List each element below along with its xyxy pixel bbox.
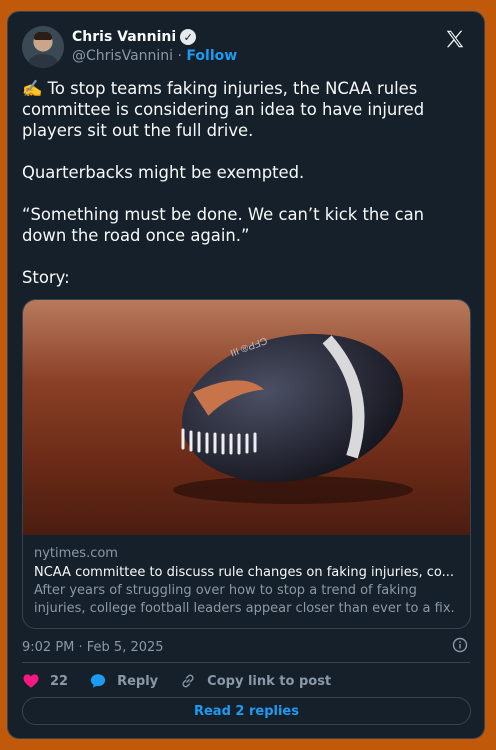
avatar[interactable] <box>22 26 64 68</box>
info-icon[interactable] <box>452 637 468 653</box>
handle-separator: · <box>177 48 182 64</box>
like-count: 22 <box>50 673 69 689</box>
tweet-text: ✍️ To stop teams faking injuries, the NC… <box>22 79 425 287</box>
link-title: NCAA committee to discuss rule changes o… <box>34 565 454 580</box>
divider <box>22 662 470 663</box>
like-button[interactable]: 22 <box>22 672 68 690</box>
heart-icon <box>23 674 39 688</box>
avatar-shirt <box>28 54 58 68</box>
link-icon <box>182 674 194 688</box>
author-display-name[interactable]: Chris Vannini <box>72 29 176 45</box>
link-preview-card[interactable]: CFP® III nytimes.com NCAA committee to d… <box>22 299 471 629</box>
link-description: After years of struggling over how to st… <box>34 583 455 616</box>
post-timestamp[interactable]: 9:02 PM · Feb 5, 2025 <box>22 640 164 655</box>
reply-button[interactable]: Reply <box>89 672 158 690</box>
link-domain: nytimes.com <box>34 546 118 561</box>
timestamp-row: 9:02 PM · Feb 5, 2025 <box>22 636 470 655</box>
copy-link-button[interactable]: Copy link to post <box>179 672 331 690</box>
copy-link-label: Copy link to post <box>207 673 332 689</box>
action-bar: 22 Reply Copy link to post <box>22 670 352 692</box>
follow-link[interactable]: Follow <box>186 48 237 64</box>
link-meta: nytimes.com NCAA committee to discuss ru… <box>34 545 460 618</box>
tweet-card: Chris Vannini ✓ @ChrisVannini · Follow ✍… <box>7 11 485 739</box>
verified-badge-icon: ✓ <box>180 29 197 45</box>
handle-row: @ChrisVannini · Follow <box>72 48 237 64</box>
reply-label: Reply <box>117 673 159 689</box>
name-row: Chris Vannini ✓ <box>72 28 197 46</box>
football-on-turf-image: CFP® III <box>23 300 470 535</box>
reply-bubble-icon <box>90 674 106 688</box>
x-logo-icon[interactable] <box>444 28 466 50</box>
author-handle[interactable]: @ChrisVannini <box>72 48 173 64</box>
read-replies-button[interactable]: Read 2 replies <box>22 697 471 725</box>
avatar-hair <box>34 32 52 40</box>
tweet-header: Chris Vannini ✓ @ChrisVannini · Follow <box>22 26 470 72</box>
